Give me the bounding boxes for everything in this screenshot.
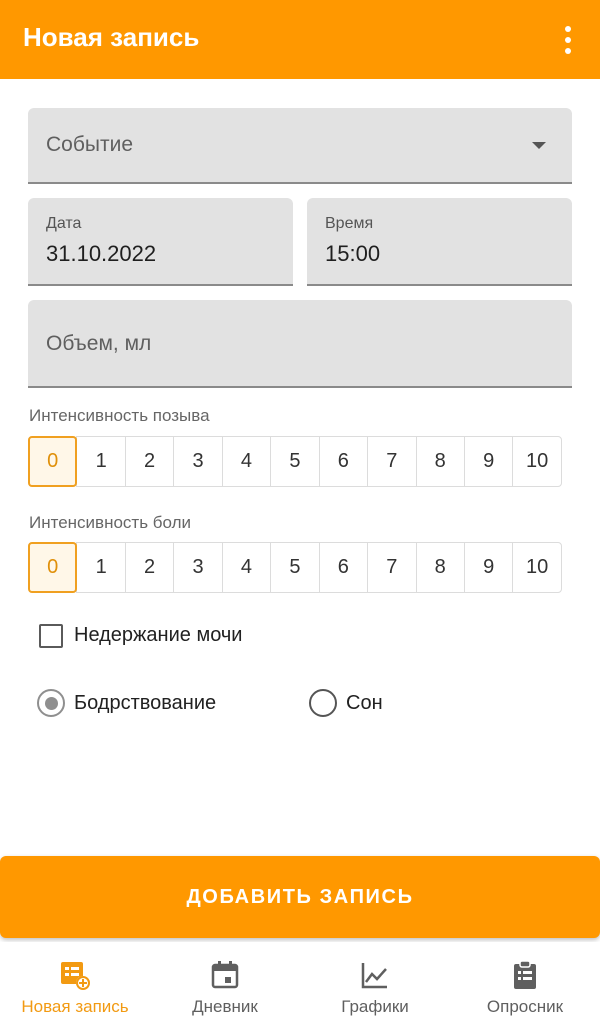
incontinence-label: Недержание мочи [74,624,243,646]
bottom-nav: Новая запись Дневник Графики Опросник [0,942,600,1025]
event-select[interactable]: Событие [28,108,572,184]
pain-intensity-option-8[interactable]: 8 [415,542,465,593]
urge-intensity-option-2[interactable]: 2 [124,436,175,487]
urge-intensity-option-5[interactable]: 5 [270,436,320,487]
volume-field[interactable]: Объем, мл [28,300,572,388]
urge-intensity-option-1[interactable]: 1 [76,436,126,487]
add-entry-button-label: ДОБАВИТЬ ЗАПИСЬ [186,885,414,908]
nav-label-questionnaire: Опросник [486,997,564,1016]
urge-intensity-option-9[interactable]: 9 [463,436,514,487]
more-vert-icon[interactable] [550,18,586,62]
dropdown-arrow-icon [532,142,546,149]
date-value: 31.10.2022 [46,241,157,266]
urge-intensity-option-10[interactable]: 10 [512,436,562,487]
clipboard-icon [514,960,536,989]
nav-diary[interactable]: Дневник [150,942,300,1025]
sleep-label: Сон [346,692,383,714]
page-title: Новая запись [23,22,200,52]
date-field[interactable]: Дата 31.10.2022 [28,198,293,286]
nav-questionnaire[interactable]: Опросник [450,942,600,1025]
app-bar: Новая запись [0,0,600,79]
pain-intensity-scale: 0 1 2 3 4 5 6 7 8 9 10 [28,542,572,593]
pain-intensity-option-3[interactable]: 3 [173,542,223,593]
event-placeholder: Событие [46,133,133,156]
nav-label-charts: Графики [341,997,409,1016]
sleep-radio[interactable] [309,689,337,717]
time-label: Время [325,215,374,232]
pain-intensity-option-10[interactable]: 10 [512,542,562,593]
urge-intensity-scale: 0 1 2 3 4 5 6 7 8 9 10 [28,436,572,487]
time-field[interactable]: Время 15:00 [307,198,572,286]
date-label: Дата [46,215,82,232]
pain-intensity-option-5[interactable]: 5 [270,542,320,593]
pain-intensity-option-1[interactable]: 1 [76,542,126,593]
urge-intensity-option-8[interactable]: 8 [415,436,465,487]
awake-radio[interactable] [37,689,65,717]
pain-intensity-option-7[interactable]: 7 [367,542,417,593]
pain-intensity-option-2[interactable]: 2 [124,542,175,593]
chart-icon [361,963,387,989]
pain-intensity-option-9[interactable]: 9 [463,542,514,593]
new-entry-icon [61,962,90,990]
urge-intensity-option-7[interactable]: 7 [367,436,417,487]
urge-intensity-label: Интенсивность позыва [29,406,210,425]
volume-placeholder: Объем, мл [46,332,152,355]
nav-new-entry[interactable]: Новая запись [0,942,150,1025]
urge-intensity-option-0[interactable]: 0 [28,436,78,487]
urge-intensity-option-4[interactable]: 4 [221,436,272,487]
awake-label: Бодрствование [74,692,217,714]
calendar-icon [211,961,239,989]
urge-intensity-option-6[interactable]: 6 [318,436,369,487]
time-value: 15:00 [325,241,381,266]
nav-label-new-entry: Новая запись [21,997,129,1016]
nav-charts[interactable]: Графики [300,942,450,1025]
pain-intensity-option-4[interactable]: 4 [221,542,272,593]
pain-intensity-option-6[interactable]: 6 [318,542,369,593]
urge-intensity-option-3[interactable]: 3 [173,436,223,487]
incontinence-checkbox[interactable] [39,624,63,648]
pain-intensity-option-0[interactable]: 0 [28,542,78,593]
add-entry-button[interactable]: ДОБАВИТЬ ЗАПИСЬ [0,856,600,938]
pain-intensity-label: Интенсивность боли [29,513,192,532]
nav-label-diary: Дневник [192,997,258,1016]
